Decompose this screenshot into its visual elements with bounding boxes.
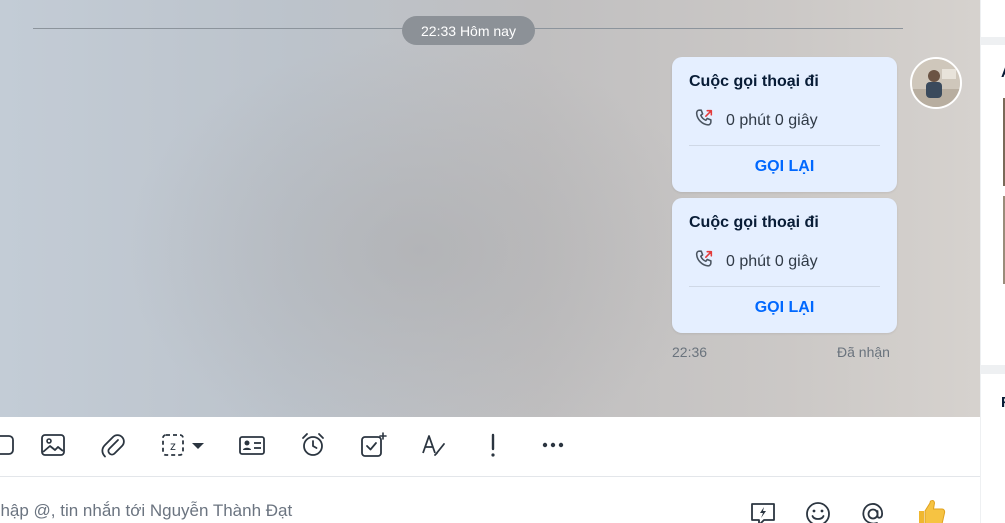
divider xyxy=(689,286,880,287)
outgoing-call-icon xyxy=(695,109,713,126)
call-title: Cuộc gọi thoại đi xyxy=(689,73,819,90)
divider xyxy=(689,145,880,146)
right-panel: A F xyxy=(980,0,1005,523)
outgoing-call-icon xyxy=(695,250,713,267)
panel-section xyxy=(981,0,1005,37)
quick-message-icon[interactable] xyxy=(748,499,778,523)
more-icon[interactable] xyxy=(538,430,568,460)
composer-row xyxy=(0,477,980,523)
avatar[interactable] xyxy=(910,57,962,109)
task-icon[interactable] xyxy=(358,430,388,460)
contact-card-icon[interactable] xyxy=(237,430,267,460)
call-card: Cuộc gọi thoại đi 0 phút 0 giây GỌI LẠI xyxy=(672,198,897,333)
message-status: Đã nhận xyxy=(837,344,890,360)
mention-icon[interactable] xyxy=(858,499,888,523)
chat-area: 22:33 Hôm nay Cuộc gọi thoại đi 0 phút 0… xyxy=(0,0,980,417)
composer-toolbar: z xyxy=(0,417,980,477)
sticker-icon[interactable] xyxy=(0,430,18,460)
image-icon[interactable] xyxy=(38,430,68,460)
panel-section xyxy=(981,45,1005,365)
panel-heading: A xyxy=(1001,64,1005,81)
chevron-down-icon[interactable] xyxy=(188,430,208,460)
call-duration: 0 phút 0 giây xyxy=(726,112,818,129)
message-input[interactable] xyxy=(0,499,700,523)
call-back-button[interactable]: GỌI LẠI xyxy=(672,158,897,176)
emoji-icon[interactable] xyxy=(803,499,833,523)
screenshot-icon[interactable]: z xyxy=(158,430,188,460)
thumbs-up-icon[interactable] xyxy=(915,497,947,523)
text-format-icon[interactable] xyxy=(418,430,448,460)
call-card: Cuộc gọi thoại đi 0 phút 0 giây GỌI LẠI xyxy=(672,57,897,192)
urgent-icon[interactable] xyxy=(478,430,508,460)
alarm-clock-icon[interactable] xyxy=(298,430,328,460)
attachment-icon[interactable] xyxy=(98,430,128,460)
panel-heading: F xyxy=(1001,394,1005,411)
call-duration: 0 phút 0 giây xyxy=(726,253,818,270)
date-separator: 22:33 Hôm nay xyxy=(402,16,535,45)
message-time: 22:36 xyxy=(672,344,708,360)
call-back-button[interactable]: GỌI LẠI xyxy=(672,299,897,317)
svg-text:z: z xyxy=(170,439,176,453)
call-title: Cuộc gọi thoại đi xyxy=(689,214,819,231)
